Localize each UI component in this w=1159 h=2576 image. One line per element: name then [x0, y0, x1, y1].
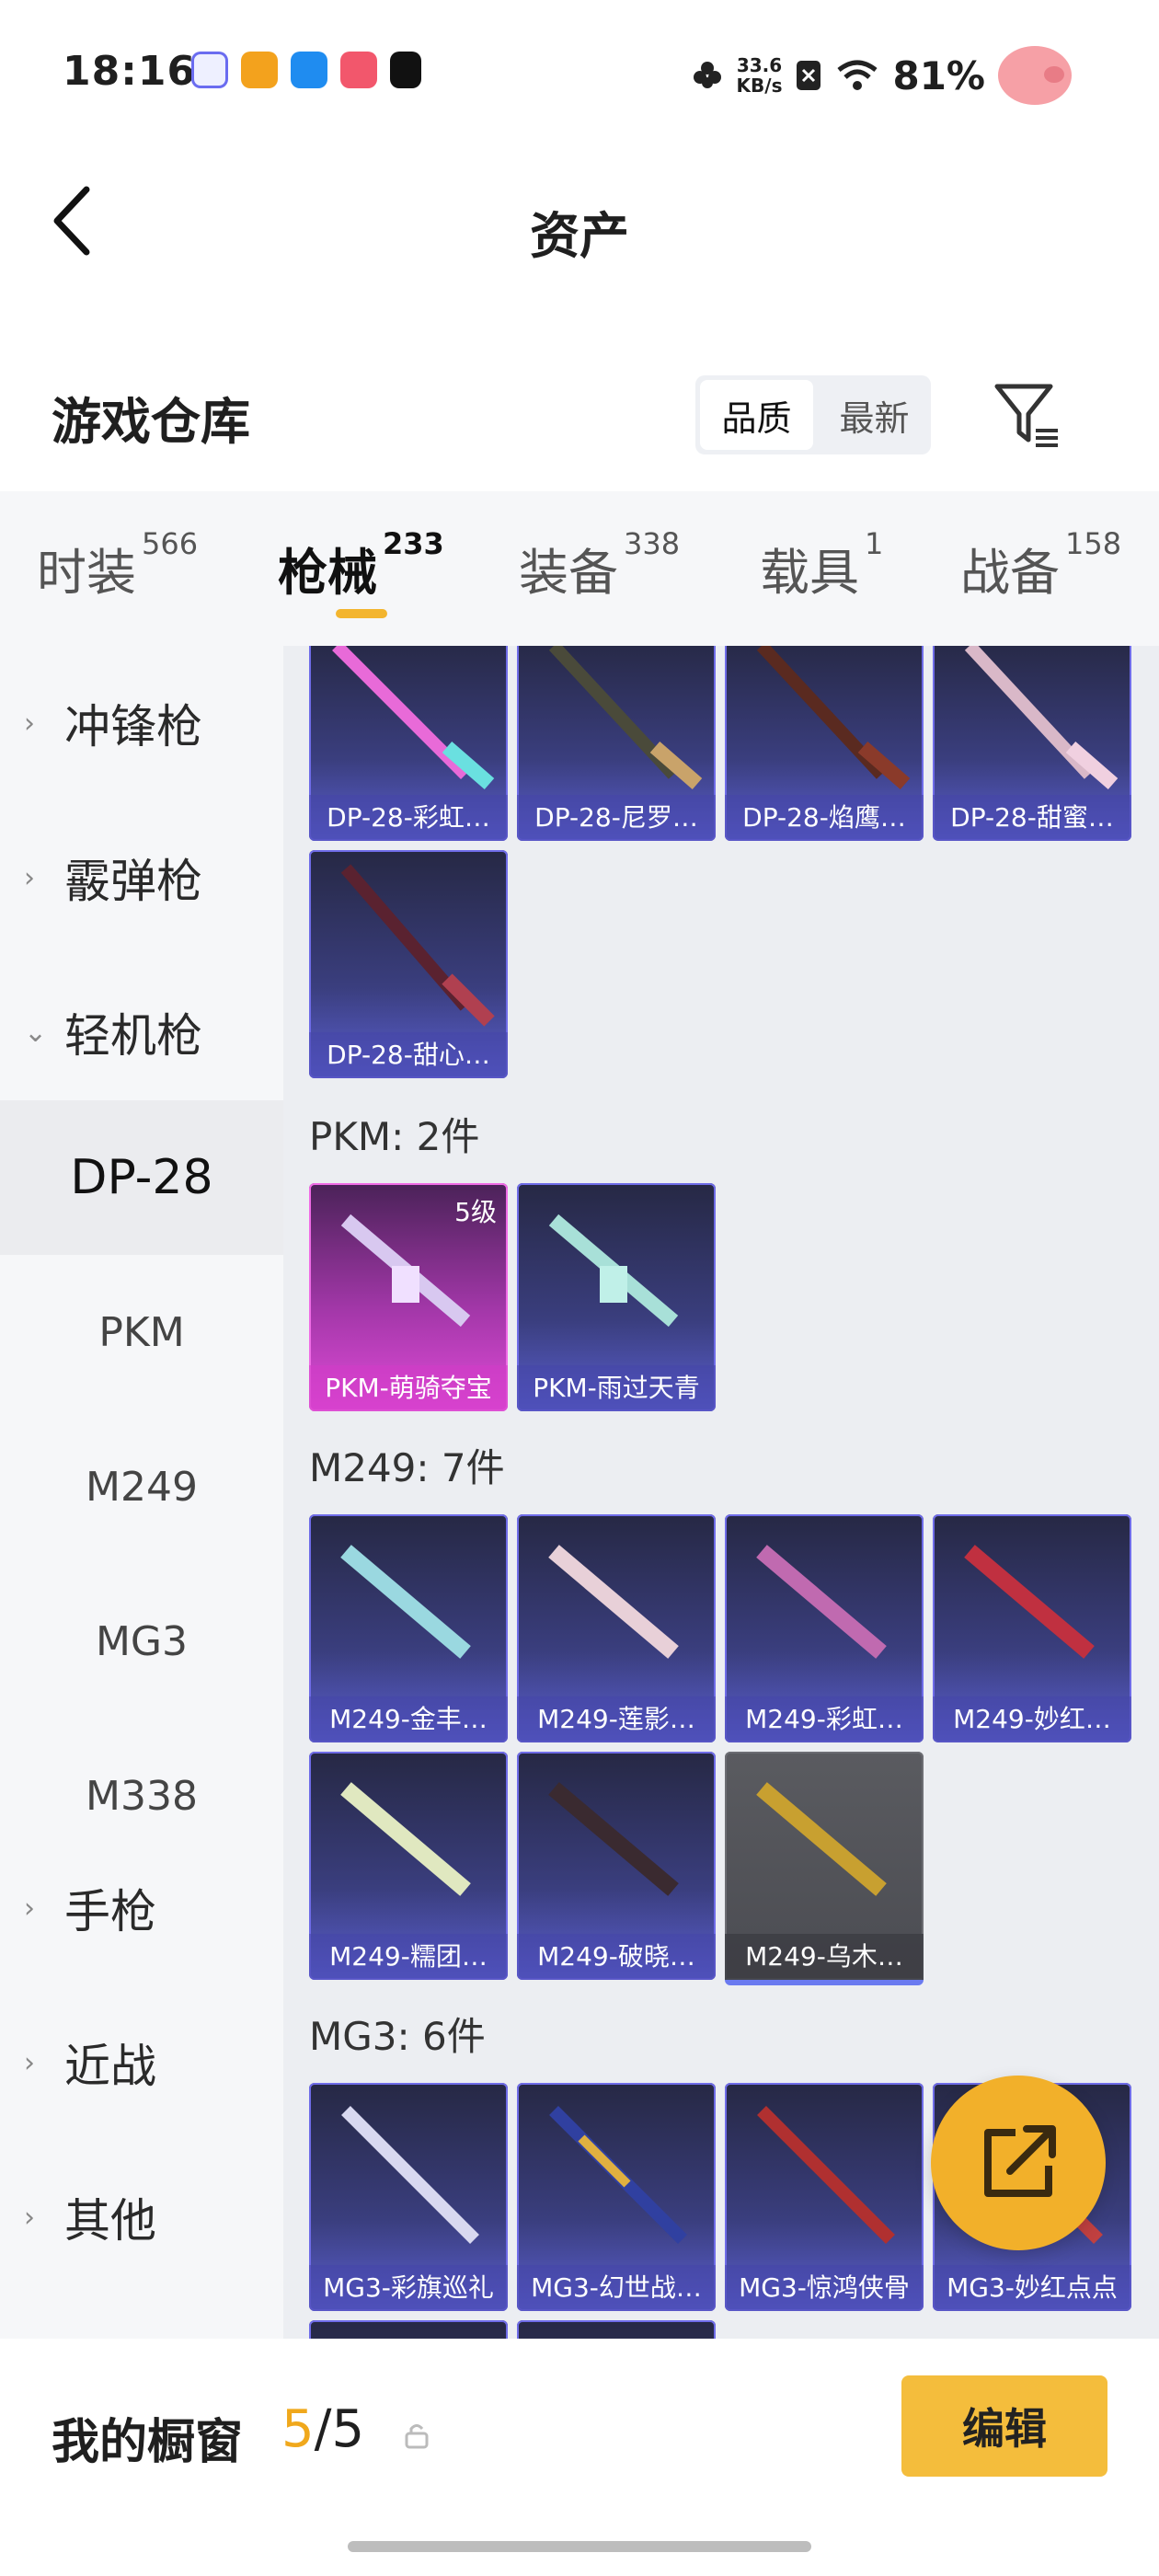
tab-supplies[interactable]: 战备 158 [960, 526, 1121, 604]
lock-icon [405, 2424, 429, 2449]
weapon-card[interactable]: PKM-雨过天青 [517, 1183, 716, 1411]
sidebar-item-pistol[interactable]: › 手枪 [0, 1831, 283, 1985]
weapon-card[interactable]: DP-28-彩虹… [309, 646, 508, 841]
chevron-right-icon: › [24, 2201, 35, 2234]
status-app-icons [191, 52, 421, 88]
weapon-type-sidebar: › 冲锋枪 › 霰弹枪 ⌄ 轻机枪 DP-28 PKM M249 MG3 M338 ›… [0, 646, 283, 2339]
chevron-right-icon: › [24, 1892, 35, 1925]
sidebar-subitem-mg3[interactable]: MG3 [0, 1564, 283, 1719]
gun-skin-image [548, 1782, 679, 1896]
gun-skin-image [756, 646, 911, 790]
weapon-card[interactable]: 5级 PKM-萌骑夺宝 [309, 1183, 508, 1411]
wifi-icon [837, 60, 878, 90]
weapon-card[interactable] [309, 2320, 508, 2339]
browser-app-icon [291, 52, 327, 88]
warehouse-header: 游戏仓库 品质 最新 [0, 350, 1159, 488]
gun-skin-image [340, 1782, 471, 1896]
gun-skin-image [964, 1545, 1095, 1659]
share-external-icon [984, 2125, 1056, 2197]
warehouse-title: 游戏仓库 [52, 393, 250, 451]
tab-fashion[interactable]: 时装 566 [37, 526, 198, 604]
gun-skin-image [341, 2106, 479, 2244]
showcase-bar: 我的橱窗 5/5 编辑 [0, 2339, 1159, 2576]
filter-icon[interactable] [990, 377, 1063, 451]
gun-skin-image [756, 1782, 887, 1896]
showcase-label: 我的橱窗 [52, 2415, 244, 2470]
weapon-card[interactable]: DP-28-甜蜜… [933, 646, 1131, 841]
sidebar-subitem-dp28[interactable]: DP-28 [0, 1100, 283, 1255]
status-bar: 18:16 33.6 KB/s 81% [0, 0, 1159, 147]
weapon-card[interactable]: MG3-幻世战… [517, 2083, 716, 2311]
sidebar-subitem-m249[interactable]: M249 [0, 1409, 283, 1564]
gun-skin-image [548, 1213, 679, 1328]
sidebar-item-melee[interactable]: › 近战 [0, 1985, 283, 2140]
active-tab-indicator [336, 609, 387, 618]
showcase-count: 5/5 [281, 2399, 365, 2459]
top-bar: 资产 [0, 147, 1159, 294]
tiktok-app-icon [390, 52, 421, 88]
gun-skin-image [756, 1545, 887, 1659]
tab-guns[interactable]: 枪械 233 [278, 526, 444, 604]
chevron-right-icon: › [24, 707, 35, 740]
weapon-card[interactable]: M249-妙红… [933, 1514, 1131, 1742]
weapon-card[interactable]: M249-莲影… [517, 1514, 716, 1742]
battery-level: 81% [892, 52, 985, 98]
sidebar-item-lmg[interactable]: ⌄ 轻机枪 [0, 955, 283, 1110]
chevron-down-icon: ⌄ [24, 1016, 48, 1049]
gun-skin-image [548, 646, 703, 790]
home-indicator[interactable] [348, 2541, 811, 2552]
chevron-right-icon: › [24, 2046, 35, 2079]
network-speed: 33.6 KB/s [736, 54, 783, 97]
weapon-card[interactable]: M249-金丰… [309, 1514, 508, 1742]
category-tabs: 时装 566 枪械 233 装备 338 载具 1 战备 158 [0, 491, 1159, 646]
share-fab-button[interactable] [931, 2076, 1106, 2250]
tab-vehicles[interactable]: 载具 1 [760, 526, 883, 604]
gun-skin-image [757, 2106, 895, 2244]
weapon-card[interactable]: M249-乌木… [725, 1752, 924, 1985]
game-app-icon [241, 52, 278, 88]
gun-skin-image [964, 646, 1119, 790]
status-right: 33.6 KB/s 81% [691, 46, 1072, 105]
weapon-card[interactable]: MG3-彩旗巡礼 [309, 2083, 508, 2311]
gun-skin-image [548, 1545, 679, 1659]
hourglass-app-icon [191, 52, 228, 88]
pig-avatar-icon [998, 46, 1072, 105]
weapon-card[interactable]: M249-破晓… [517, 1752, 716, 1980]
section-title-pkm: PKM: 2件 [309, 1114, 480, 1159]
section-title-mg3: MG3: 6件 [309, 2014, 486, 2059]
weapon-card[interactable] [517, 2320, 716, 2339]
sort-latest-button[interactable]: 最新 [818, 375, 931, 454]
weapon-card[interactable]: M249-糯团… [309, 1752, 508, 1980]
section-title-m249: M249: 7件 [309, 1445, 505, 1490]
sidebar-item-other[interactable]: › 其他 [0, 2140, 283, 2294]
gun-skin-image [332, 646, 495, 790]
sidebar-item-shotgun[interactable]: › 霰弹枪 [0, 800, 283, 955]
clover-icon [693, 62, 721, 88]
sidebar-subitem-pkm[interactable]: PKM [0, 1255, 283, 1409]
gun-skin-image [549, 2106, 687, 2244]
chevron-right-icon: › [24, 861, 35, 894]
weapon-card[interactable]: MG3-惊鸿侠骨 [725, 2083, 924, 2311]
tab-equipment[interactable]: 装备 338 [519, 526, 680, 604]
edit-button[interactable]: 编辑 [901, 2375, 1107, 2477]
gun-skin-image [340, 1545, 471, 1659]
weapon-card[interactable]: DP-28-尼罗… [517, 646, 716, 841]
weapon-card[interactable]: DP-28-甜心… [309, 850, 508, 1078]
sidebar-item-smg[interactable]: › 冲锋枪 [0, 646, 283, 800]
page-title: 资产 [530, 207, 629, 265]
sim-icon [797, 61, 821, 90]
sort-quality-button[interactable]: 品质 [700, 380, 813, 450]
level-badge: 5级 [454, 1197, 497, 1227]
sort-toggle: 品质 最新 [695, 375, 931, 454]
status-time: 18:16 [63, 48, 197, 95]
weapon-card[interactable]: DP-28-焰鹰… [725, 646, 924, 841]
social-app-icon [340, 52, 377, 88]
weapon-card[interactable]: M249-彩虹… [725, 1514, 924, 1742]
gun-skin-image [340, 864, 495, 1027]
